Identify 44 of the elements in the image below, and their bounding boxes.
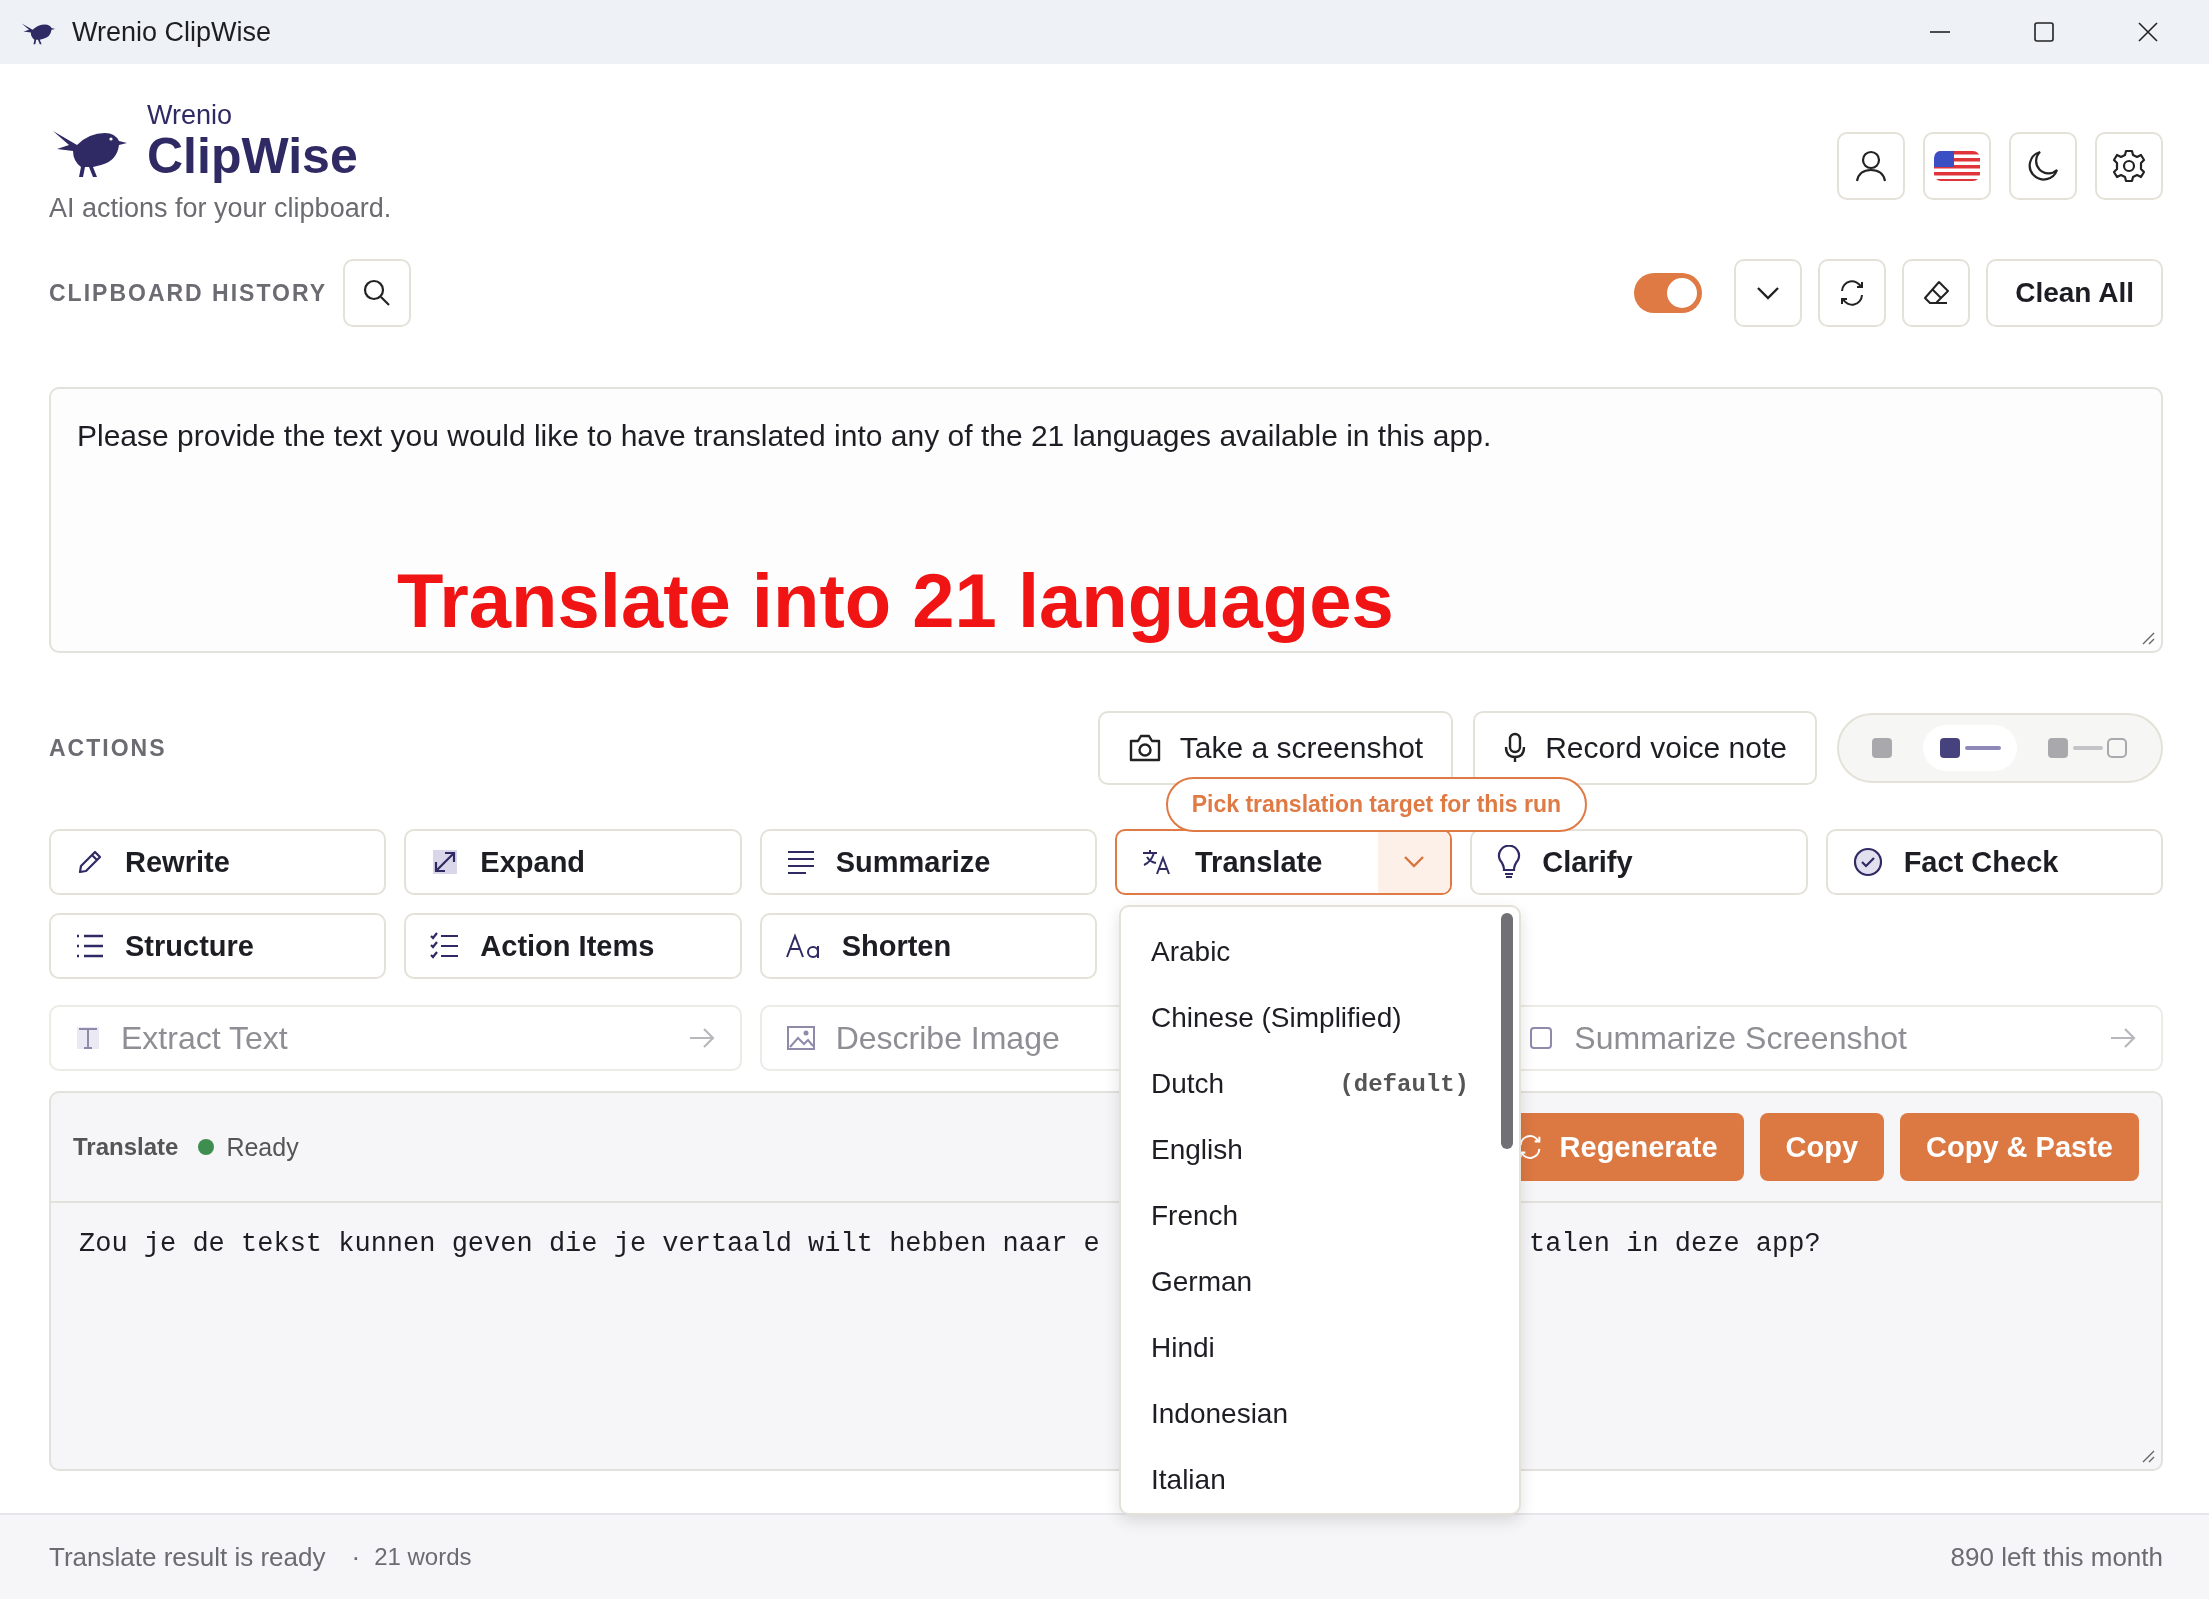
brand-name: ClipWise bbox=[147, 131, 358, 181]
voice-note-button[interactable]: Record voice note bbox=[1473, 711, 1817, 785]
action-button[interactable]: Shorten bbox=[759, 913, 1097, 979]
default-note: (default) bbox=[1339, 1070, 1469, 1098]
action-button[interactable]: Fact Check bbox=[1825, 829, 2163, 895]
language-option[interactable]: German bbox=[1121, 1249, 1519, 1315]
brand-overline: Wrenio bbox=[147, 102, 234, 129]
output-status: Ready bbox=[226, 1132, 299, 1162]
action-button[interactable]: Structure bbox=[49, 913, 387, 979]
output-text: talen in deze app? bbox=[1529, 1229, 1822, 1259]
output-title: Translate bbox=[73, 1133, 179, 1161]
language-name: Indonesian bbox=[1151, 1398, 1288, 1430]
language-option[interactable]: Hindi bbox=[1121, 1315, 1519, 1381]
word-count: 21 words bbox=[374, 1543, 472, 1571]
language-option[interactable]: Italian bbox=[1121, 1447, 1519, 1513]
separator-dot: · bbox=[351, 1541, 361, 1573]
tooltip: Pick translation target for this run bbox=[1165, 777, 1588, 832]
window-title: Wrenio ClipWise bbox=[72, 16, 272, 48]
status-message: Translate result is ready bbox=[49, 1541, 326, 1573]
action-button[interactable]: Rewrite bbox=[49, 829, 387, 895]
language-option[interactable]: French bbox=[1121, 1183, 1519, 1249]
section-label: CLIPBOARD HISTORY bbox=[49, 279, 328, 307]
screenshot-button[interactable]: Take a screenshot bbox=[1097, 711, 1454, 785]
clean-all-button[interactable]: Clean All bbox=[1986, 259, 2163, 327]
language-name: German bbox=[1151, 1266, 1253, 1298]
tagline: AI actions for your clipboard. bbox=[49, 193, 392, 224]
language-name: Arabic bbox=[1151, 936, 1231, 968]
output-text: Zou je de tekst kunnen geven die je vertaald wilt hebben naar e bbox=[79, 1229, 1101, 1259]
action-button[interactable]: Expand bbox=[404, 829, 742, 895]
action-button[interactable]: Clarify bbox=[1470, 829, 1808, 895]
language-name: Italian bbox=[1151, 1464, 1226, 1496]
language-name: French bbox=[1151, 1200, 1239, 1232]
action-button[interactable]: Summarize bbox=[759, 829, 1097, 895]
language-option[interactable]: Arabic bbox=[1121, 919, 1519, 985]
language-name: Chinese (Simplified) bbox=[1151, 1002, 1402, 1034]
language-name: Dutch bbox=[1151, 1068, 1225, 1100]
language-name: English bbox=[1151, 1134, 1243, 1166]
clipboard-text-area[interactable]: Please provide the text you would like to have translated into any of the 21 languages available in this app. Translate into 21 languages bbox=[49, 387, 2163, 653]
language-name: Hindi bbox=[1151, 1332, 1215, 1364]
language-option[interactable]: Indonesian bbox=[1121, 1381, 1519, 1447]
section-label: ACTIONS bbox=[49, 734, 167, 762]
action-button[interactable]: Action Items bbox=[404, 913, 742, 979]
quota-text: 890 left this month bbox=[1950, 1541, 2163, 1573]
clipboard-text: Please provide the text you would like to have translated into any of the 21 languages available in this app. bbox=[77, 419, 1493, 453]
